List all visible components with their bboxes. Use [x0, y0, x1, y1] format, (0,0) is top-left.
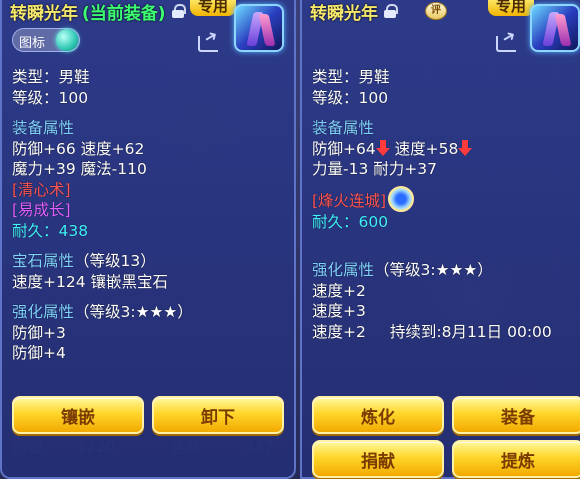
special-badge: 专用 [488, 0, 535, 16]
special-badge: 专用 [190, 0, 237, 16]
skill-qingxin: [清心术] [12, 180, 71, 199]
enhance-line-1: 防御+3 [12, 323, 66, 342]
enhance-attr-level: （等级3:★★★） [74, 303, 193, 321]
item-level: 等级：100 [312, 88, 389, 107]
item-details: 类型：男鞋 等级：100 装备属性 防御+64 速度+58 力量-13 耐力+3… [312, 67, 552, 342]
equip-attr-title: 装备属性 [312, 119, 375, 137]
item-details: 类型：男鞋 等级：100 装备属性 防御+66 速度+62 魔力+39 魔法-1… [12, 67, 193, 364]
enhance-line-1: 速度+2 [312, 281, 366, 300]
item-title: 转瞬光年 [310, 0, 398, 24]
item-name: 转瞬光年 [310, 3, 378, 24]
icon-toggle-label: 图标 [19, 36, 46, 51]
lock-icon [384, 4, 398, 18]
attr-speed: 速度+58 [394, 139, 459, 158]
item-type: 类型：男鞋 [312, 68, 390, 86]
enhance-line-2: 防御+4 [12, 344, 66, 362]
bag-item-tooltip: 转瞬光年 评 专用 类型：男鞋 等级：100 装备属性 防御+64 速度+58 … [300, 0, 580, 479]
inlay-button[interactable]: 镶嵌 [12, 396, 144, 434]
down-arrow-icon [375, 139, 390, 156]
evaluate-icon[interactable]: 评 [425, 2, 447, 20]
attr-line-2: 魔力+39 魔法-110 [12, 160, 147, 178]
donate-button[interactable]: 捐献 [312, 440, 444, 478]
enhance-attr-level: （等级3:★★★） [374, 261, 493, 279]
equip-button[interactable]: 装备 [452, 396, 580, 434]
item-level: 等级：100 [12, 88, 89, 107]
item-boots-icon[interactable] [234, 4, 284, 52]
enhance-attr-title: 强化属性 [12, 303, 75, 321]
equip-attr-title: 装备属性 [12, 119, 75, 137]
boots-icon [544, 12, 570, 48]
share-icon[interactable] [496, 30, 520, 52]
current-equipment-tooltip: 转瞬光年 (当前装备) 专用 图标 类型：男鞋 等级：100 装备属性 防御+6… [0, 0, 296, 479]
skill-swirl-icon[interactable] [388, 185, 415, 212]
durability-value: 600 [358, 212, 389, 231]
down-arrow-icon [458, 139, 473, 156]
extract-button[interactable]: 提炼 [452, 440, 580, 478]
attr-line-2: 力量-13 耐力+37 [312, 160, 437, 178]
current-equipped-label: (当前装备) [82, 3, 166, 24]
durability: 耐久：600 [312, 212, 552, 233]
item-name: 转瞬光年 [10, 3, 78, 24]
gem-attr-header: 宝石属性（等级13） [12, 251, 193, 272]
icon-toggle[interactable]: 图标 [12, 28, 80, 52]
gem-attr-line: 速度+124 镶嵌黑宝石 [12, 272, 168, 291]
skill-row: [烽火连城] [312, 185, 552, 212]
item-type: 类型：男鞋 [12, 68, 90, 86]
lock-icon [171, 4, 186, 18]
attr-defense: 防御+64 [312, 139, 376, 158]
item-boots-icon[interactable] [530, 4, 580, 52]
enhance-line-3: 速度+2 持续到:8月11日 00:00 [312, 322, 552, 343]
durability-label: 耐久： [312, 212, 359, 231]
enhance-attr-header: 强化属性（等级3:★★★） [12, 302, 193, 323]
enhance-line-2: 速度+3 [312, 302, 366, 320]
skill-yichengzhang: [易成长] [12, 201, 71, 219]
durability-label: 耐久： [12, 221, 59, 240]
enhance-attr-header: 强化属性（等级3:★★★） [312, 260, 552, 281]
skill-fenghuo: [烽火连城] [312, 191, 387, 210]
enhance-duration: 持续到:8月11日 00:00 [389, 322, 552, 341]
gem-attr-level: （等级13） [74, 252, 156, 270]
item-title: 转瞬光年 (当前装备) [10, 0, 186, 24]
unequip-button[interactable]: 卸下 [152, 396, 284, 434]
gem-attr-title: 宝石属性 [12, 252, 75, 270]
attr-line-1: 防御+64 速度+58 [312, 139, 552, 160]
durability: 耐久：438 [12, 221, 193, 242]
toggle-knob-icon [56, 29, 78, 51]
boots-icon [248, 12, 274, 48]
refine-button[interactable]: 炼化 [312, 396, 444, 434]
durability-value: 438 [58, 221, 89, 240]
share-icon[interactable] [198, 30, 222, 52]
enhance-line-3-value: 速度+2 [312, 322, 366, 341]
enhance-attr-title: 强化属性 [312, 261, 375, 279]
attr-line-1: 防御+66 速度+62 [12, 139, 145, 158]
